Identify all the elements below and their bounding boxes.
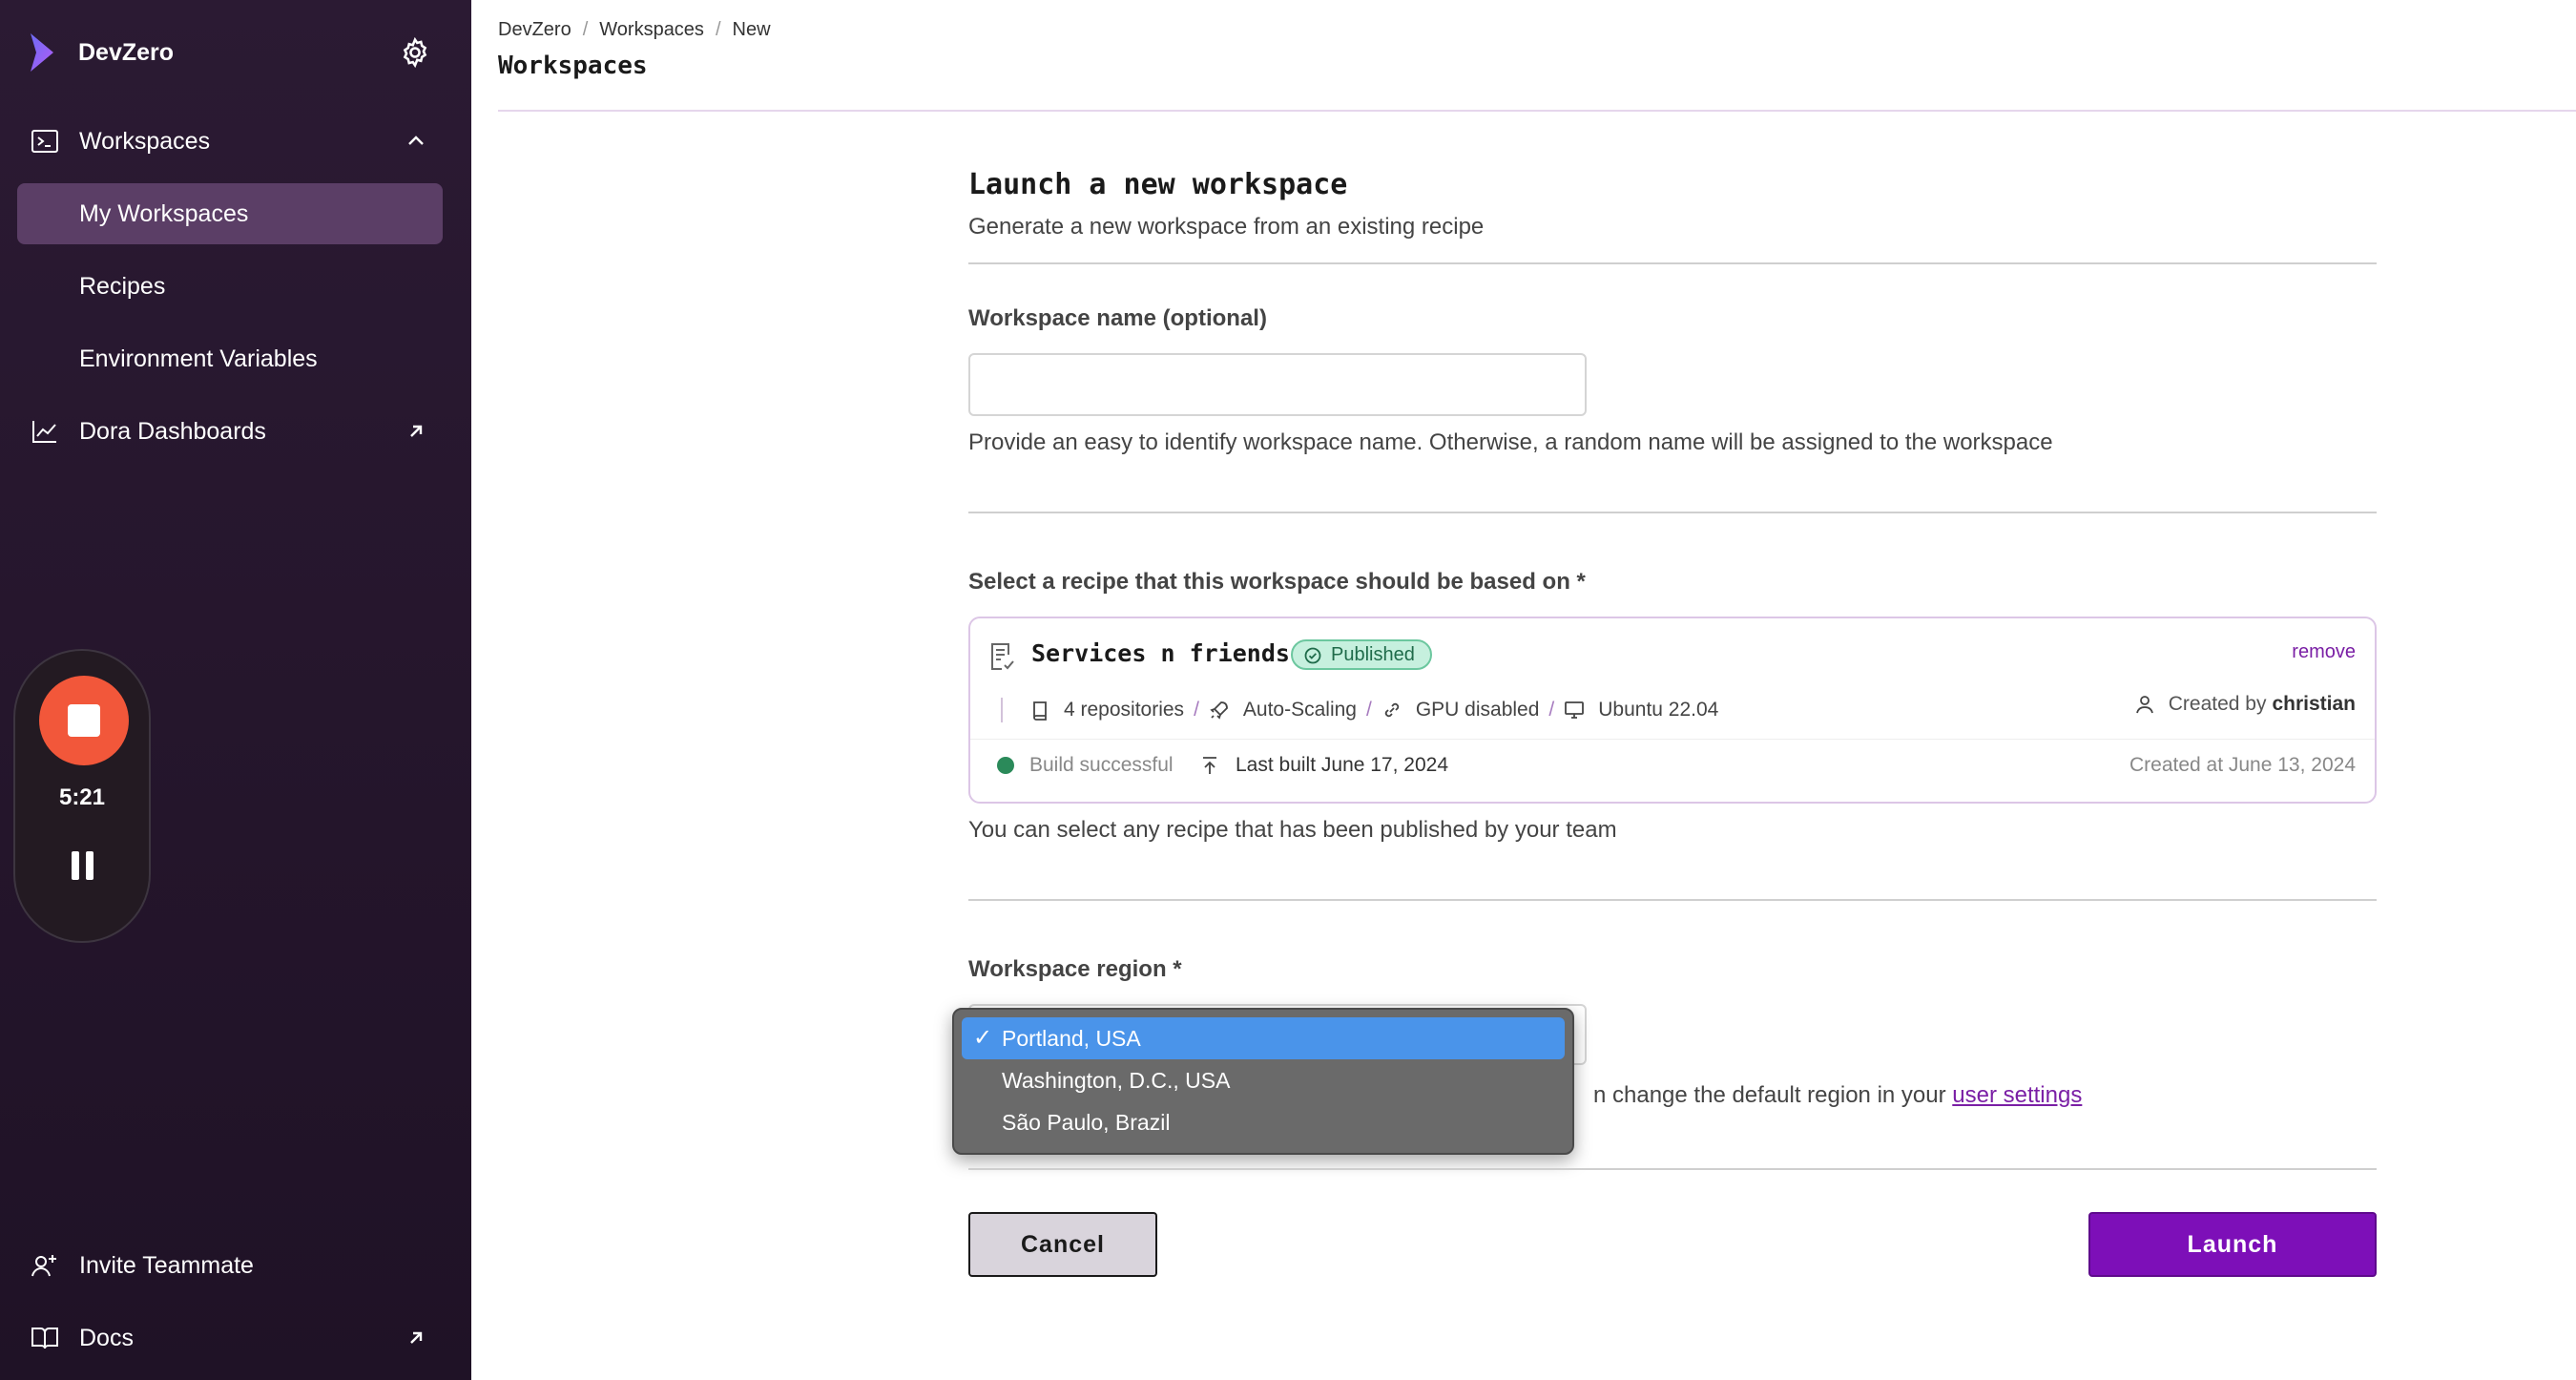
sidebar-item-label: Recipes bbox=[79, 272, 166, 300]
sidebar-item-label: Dora Dashboards bbox=[79, 417, 266, 445]
gear-icon[interactable] bbox=[399, 36, 431, 69]
sidebar-item-label: Invite Teammate bbox=[79, 1251, 254, 1279]
recipe-meta: 4 repositories / Auto-Scaling / GPU disa… bbox=[1001, 695, 1718, 725]
sidebar-item-docs[interactable]: Docs bbox=[17, 1307, 443, 1369]
workspace-name-input[interactable] bbox=[968, 353, 1587, 416]
sidebar-item-label: Environment Variables bbox=[79, 345, 318, 372]
section-divider bbox=[968, 262, 2377, 264]
status-dot-icon bbox=[997, 757, 1014, 774]
created-at: Created at June 13, 2024 bbox=[2129, 754, 2356, 776]
repositories-count: 4 repositories bbox=[1029, 699, 1184, 721]
pause-icon[interactable] bbox=[72, 851, 94, 880]
sidebar-item-invite-teammate[interactable]: Invite Teammate bbox=[17, 1235, 443, 1296]
breadcrumb-separator: / bbox=[715, 19, 721, 40]
recipe-label: Select a recipe that this workspace shou… bbox=[968, 569, 1586, 595]
repository-icon bbox=[1033, 701, 1047, 721]
region-option-portland[interactable]: ✓ Portland, USA bbox=[962, 1017, 1565, 1059]
build-status: Build successful bbox=[997, 754, 1174, 777]
sidebar-item-label: My Workspaces bbox=[79, 199, 249, 227]
sidebar-item-label: Docs bbox=[79, 1324, 134, 1351]
screen-recorder: 5:21 bbox=[13, 649, 151, 943]
breadcrumb-devzero[interactable]: DevZero bbox=[498, 19, 571, 41]
status-badge: Published bbox=[1291, 639, 1432, 670]
section-divider bbox=[968, 1168, 2377, 1170]
region-help: n change the default region in your user… bbox=[1593, 1082, 2083, 1108]
sidebar-item-my-workspaces[interactable]: My Workspaces bbox=[17, 183, 443, 244]
last-built: Last built June 17, 2024 bbox=[1199, 754, 1448, 777]
sidebar-item-recipes[interactable]: Recipes bbox=[17, 256, 443, 317]
sidebar: DevZero Workspaces My Workspaces Recipes… bbox=[0, 0, 471, 1380]
region-label: Workspace region * bbox=[968, 956, 1182, 982]
check-circle-icon bbox=[1304, 647, 1321, 664]
monitor-icon bbox=[1565, 701, 1585, 719]
devzero-logo-icon bbox=[31, 33, 53, 72]
scaling-mode: Auto-Scaling bbox=[1209, 699, 1357, 721]
region-dropdown: ✓ Portland, USA Washington, D.C., USA Sã… bbox=[952, 1008, 1574, 1155]
section-divider bbox=[968, 512, 2377, 513]
user-icon bbox=[2135, 696, 2153, 714]
chart-line-icon bbox=[32, 421, 56, 443]
meta-bar bbox=[1001, 698, 1003, 722]
sidebar-item-environment-variables[interactable]: Environment Variables bbox=[17, 328, 443, 389]
user-plus-icon bbox=[31, 1255, 56, 1277]
book-icon bbox=[31, 1328, 58, 1349]
breadcrumb-separator: / bbox=[582, 19, 589, 40]
recipe-name: Services n friends bbox=[1031, 639, 1290, 667]
chevron-up-icon[interactable] bbox=[405, 130, 427, 153]
user-settings-link[interactable]: user settings bbox=[1952, 1082, 2082, 1108]
region-option-sao-paulo[interactable]: São Paulo, Brazil bbox=[962, 1101, 1565, 1143]
external-link-icon bbox=[410, 425, 423, 437]
cancel-button[interactable]: Cancel bbox=[968, 1212, 1157, 1277]
breadcrumb-workspaces[interactable]: Workspaces bbox=[599, 19, 704, 41]
sidebar-item-label: Workspaces bbox=[79, 127, 211, 155]
gpu-status: GPU disabled bbox=[1381, 699, 1539, 721]
os-version: Ubuntu 22.04 bbox=[1564, 699, 1718, 721]
brand-name: DevZero bbox=[78, 38, 175, 66]
external-link-icon bbox=[410, 1331, 423, 1344]
checkmark-icon: ✓ bbox=[973, 1025, 993, 1051]
recipe-document-icon bbox=[991, 643, 1014, 670]
creator-name: christian bbox=[2272, 693, 2356, 715]
upload-arrow-icon bbox=[1203, 757, 1216, 774]
workspace-name-help: Provide an easy to identify workspace na… bbox=[968, 429, 2053, 455]
recipe-creator: Created by christian bbox=[2134, 693, 2356, 716]
recipe-card-divider bbox=[970, 739, 2375, 740]
status-badge-label: Published bbox=[1331, 644, 1415, 665]
sidebar-item-dora-dashboards[interactable]: Dora Dashboards bbox=[17, 401, 443, 462]
form-subtitle: Generate a new workspace from an existin… bbox=[968, 214, 1485, 240]
recipe-help: You can select any recipe that has been … bbox=[968, 817, 1617, 843]
form-title: Launch a new workspace bbox=[968, 168, 1348, 201]
sidebar-item-workspaces[interactable]: Workspaces bbox=[17, 111, 443, 172]
brand[interactable]: DevZero bbox=[29, 31, 174, 74]
breadcrumb: DevZero / Workspaces / New bbox=[498, 19, 771, 41]
recipe-card[interactable]: Services n friends Published remove 4 re… bbox=[968, 617, 2377, 804]
region-option-washington[interactable]: Washington, D.C., USA bbox=[962, 1059, 1565, 1101]
header-divider bbox=[498, 110, 2576, 112]
breadcrumb-new: New bbox=[732, 19, 771, 40]
stop-recording-button[interactable] bbox=[39, 676, 129, 765]
workspace-name-label: Workspace name (optional) bbox=[968, 305, 1267, 331]
section-divider bbox=[968, 899, 2377, 901]
page-title: Workspaces bbox=[498, 52, 648, 80]
terminal-icon bbox=[31, 130, 58, 153]
rocket-icon bbox=[1210, 701, 1228, 720]
link-icon bbox=[1384, 702, 1400, 718]
launch-button[interactable]: Launch bbox=[2088, 1212, 2377, 1277]
remove-recipe-link[interactable]: remove bbox=[2292, 641, 2356, 663]
recording-time: 5:21 bbox=[58, 784, 106, 810]
